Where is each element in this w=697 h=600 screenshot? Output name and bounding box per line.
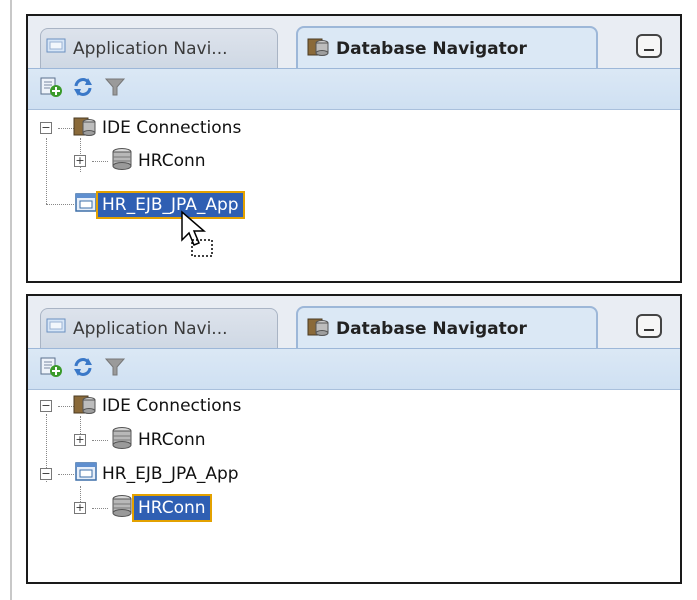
new-connection-button[interactable] (38, 77, 64, 101)
connections-folder-icon (72, 391, 98, 422)
tree-connector (92, 508, 108, 509)
filter-icon (104, 76, 126, 102)
tab-label: Application Navi... (73, 318, 228, 339)
new-connection-icon (39, 76, 63, 102)
application-icon (45, 36, 69, 61)
minimize-button[interactable] (636, 314, 662, 338)
navigator-content: − IDE Connections + HRConn HR_EJB_JPA_Ap… (28, 68, 680, 281)
expand-toggle[interactable]: + (74, 434, 86, 446)
new-connection-icon (39, 356, 63, 382)
node-label: HR_EJB_JPA_App (102, 464, 239, 484)
tree-node-hrconn[interactable]: HRConn (110, 425, 210, 455)
tab-bar: Application Navi... Database Navigator (28, 16, 680, 70)
page-edge-line (10, 0, 12, 600)
drag-cursor-icon (180, 210, 224, 266)
node-label: HRConn (138, 430, 206, 450)
database-icon (110, 493, 134, 524)
tab-label: Database Navigator (336, 319, 527, 339)
application-icon (45, 316, 69, 341)
connection-tree: − IDE Connections + HRConn HR_EJB_JPA_Ap… (28, 110, 680, 281)
connection-tree: − IDE Connections + HRConn − HR_EJB_JPA_… (28, 390, 680, 582)
new-connection-button[interactable] (38, 357, 64, 381)
database-navigator-icon (306, 35, 332, 64)
tab-database-navigator[interactable]: Database Navigator (296, 26, 598, 70)
node-label: IDE Connections (102, 396, 242, 416)
expand-toggle[interactable]: + (74, 502, 86, 514)
tab-label: Database Navigator (336, 39, 527, 59)
tab-label: Application Navi... (73, 38, 228, 59)
tree-connector (46, 204, 74, 205)
tree-node-app-hrconn[interactable]: HRConn (110, 493, 212, 524)
tree-connector (58, 474, 74, 475)
application-icon (74, 191, 98, 220)
filter-icon (104, 356, 126, 382)
tree-connector (46, 138, 47, 204)
filter-button[interactable] (102, 77, 128, 101)
tree-node-ide-connections[interactable]: IDE Connections (72, 113, 245, 143)
refresh-icon (71, 356, 95, 382)
database-navigator-icon (306, 315, 332, 344)
toolbar (28, 349, 680, 390)
collapse-toggle[interactable]: − (40, 400, 52, 412)
tree-node-hr-ejb-jpa-app[interactable]: HR_EJB_JPA_App (74, 459, 243, 489)
tree-node-hrconn[interactable]: HRConn (110, 146, 210, 176)
database-navigator-panel-before: Application Navi... Database Navigator −… (26, 14, 682, 283)
tab-database-navigator[interactable]: Database Navigator (296, 306, 598, 350)
navigator-content: − IDE Connections + HRConn − HR_EJB_JPA_… (28, 348, 680, 582)
node-label-selected: HRConn (132, 494, 212, 522)
refresh-icon (71, 76, 95, 102)
tab-bar: Application Navi... Database Navigator (28, 296, 680, 350)
tab-application-navigator[interactable]: Application Navi... (40, 308, 278, 348)
database-icon (110, 425, 134, 456)
tree-connector (92, 161, 108, 162)
application-icon (74, 460, 98, 489)
collapse-toggle[interactable]: − (40, 468, 52, 480)
node-label: IDE Connections (102, 118, 242, 138)
expand-toggle[interactable]: + (74, 155, 86, 167)
collapse-toggle[interactable]: − (40, 122, 52, 134)
tree-node-ide-connections[interactable]: IDE Connections (72, 391, 245, 421)
refresh-button[interactable] (70, 357, 96, 381)
refresh-button[interactable] (70, 77, 96, 101)
database-navigator-panel-after: Application Navi... Database Navigator −… (26, 294, 682, 584)
toolbar (28, 69, 680, 110)
node-label: HRConn (138, 151, 206, 171)
database-icon (110, 146, 134, 177)
minimize-button[interactable] (636, 34, 662, 58)
connections-folder-icon (72, 113, 98, 144)
filter-button[interactable] (102, 357, 128, 381)
tab-application-navigator[interactable]: Application Navi... (40, 28, 278, 68)
tree-connector (92, 440, 108, 441)
